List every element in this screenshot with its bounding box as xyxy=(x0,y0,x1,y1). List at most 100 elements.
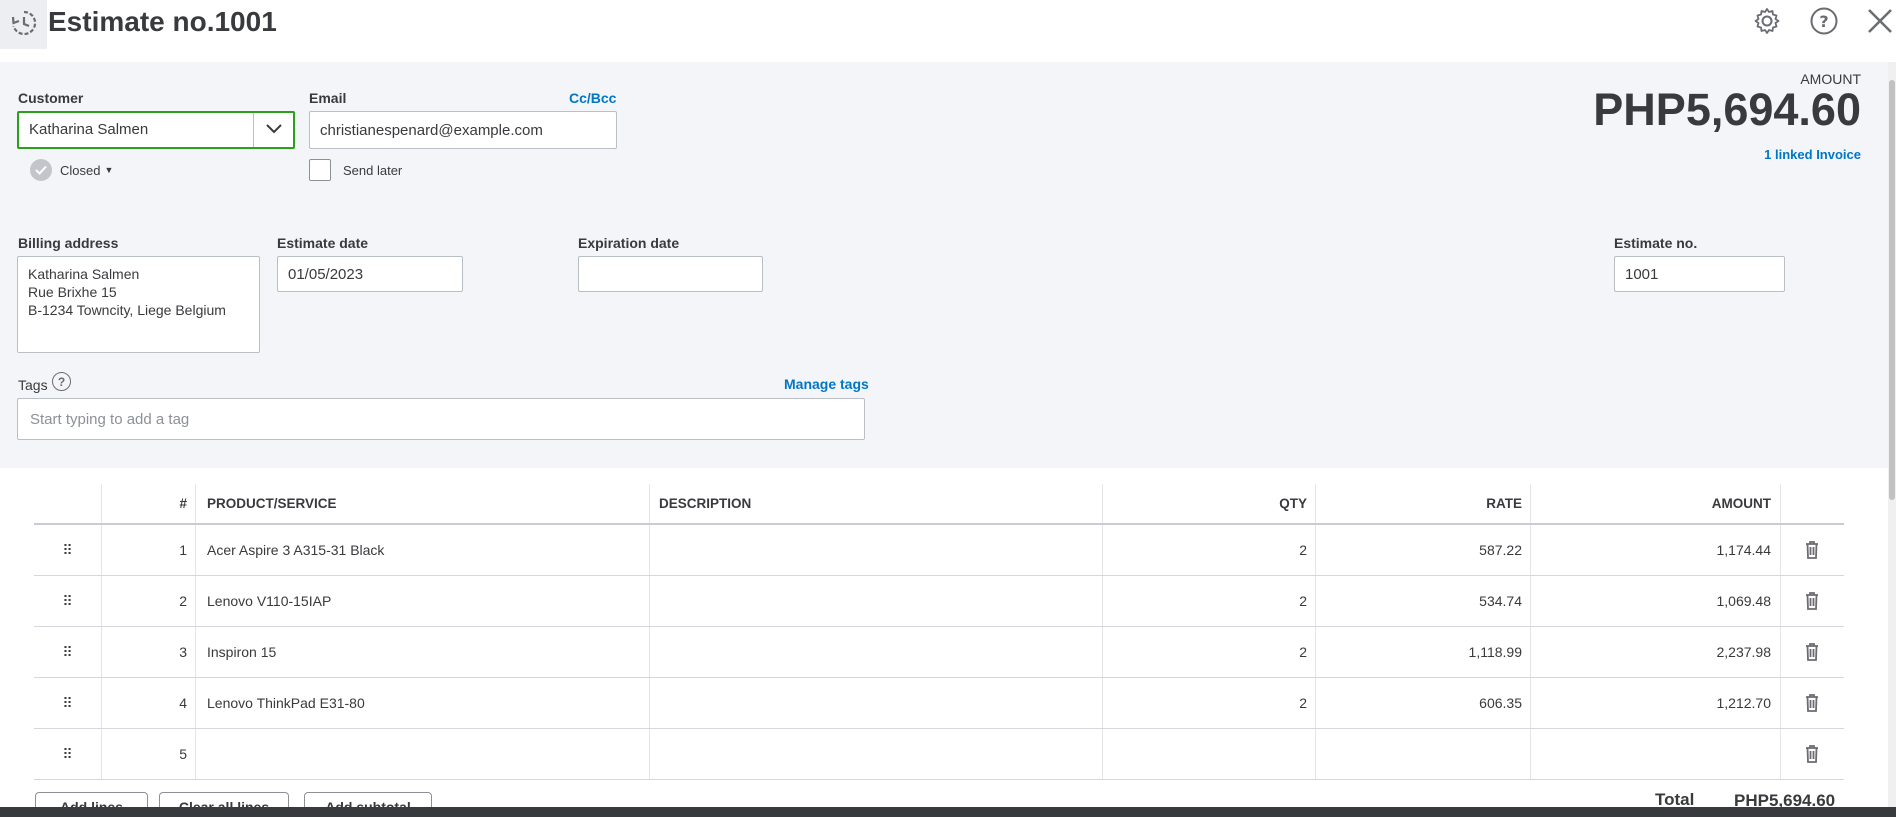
table-row[interactable]: ⠿ 4 Lenovo ThinkPad E31-80 2 606.35 1,21… xyxy=(34,678,1844,729)
row-product[interactable]: Lenovo ThinkPad E31-80 xyxy=(207,678,637,728)
col-header-qty: QTY xyxy=(1279,496,1307,511)
trash-icon xyxy=(1806,745,1818,763)
history-clock-icon xyxy=(9,8,39,41)
row-product[interactable]: Lenovo V110-15IAP xyxy=(207,576,637,626)
row-rate[interactable]: 534.74 xyxy=(1315,576,1522,626)
send-later-checkbox[interactable] xyxy=(309,159,331,181)
tags-help-icon[interactable]: ? xyxy=(52,372,71,391)
cc-bcc-link[interactable]: Cc/Bcc xyxy=(569,90,616,106)
page-title: Estimate no.1001 xyxy=(48,6,277,37)
delete-row-button[interactable] xyxy=(1780,576,1844,626)
customer-value: Katharina Salmen xyxy=(29,121,149,138)
help-button[interactable]: ? xyxy=(1806,4,1842,40)
row-number: 1 xyxy=(179,542,187,558)
row-amount[interactable]: 1,069.48 xyxy=(1530,576,1772,626)
table-row[interactable]: ⠿ 3 Inspiron 15 2 1,118.99 2,237.98 xyxy=(34,627,1844,678)
row-number: 3 xyxy=(179,644,187,660)
row-qty[interactable]: 2 xyxy=(1102,576,1307,626)
send-later-label: Send later xyxy=(343,162,403,178)
row-product[interactable]: Inspiron 15 xyxy=(207,627,637,677)
estimate-no-field[interactable]: 1001 xyxy=(1614,256,1785,292)
table-row[interactable]: ⠿ 2 Lenovo V110-15IAP 2 534.74 1,069.48 xyxy=(34,576,1844,627)
trash-icon xyxy=(1806,694,1818,712)
check-circle-icon xyxy=(30,159,52,181)
drag-handle-icon[interactable]: ⠿ xyxy=(34,525,101,575)
row-amount[interactable]: 1,174.44 xyxy=(1530,525,1772,575)
email-field[interactable]: christianespenard@example.com xyxy=(309,111,617,149)
col-header-rate: RATE xyxy=(1486,496,1522,511)
email-label: Email xyxy=(309,90,347,106)
billing-line: Rue Brixhe 15 xyxy=(28,284,117,300)
close-icon xyxy=(1865,6,1895,39)
close-button[interactable] xyxy=(1862,4,1896,40)
drag-handle-icon[interactable]: ⠿ xyxy=(34,678,101,728)
delete-row-button[interactable] xyxy=(1780,729,1844,779)
col-header-num: # xyxy=(179,496,187,511)
drag-handle-icon[interactable]: ⠿ xyxy=(34,627,101,677)
row-product[interactable]: Acer Aspire 3 A315-31 Black xyxy=(207,525,637,575)
row-description[interactable] xyxy=(659,525,1089,575)
row-qty[interactable]: 2 xyxy=(1102,678,1307,728)
row-qty[interactable]: 2 xyxy=(1102,627,1307,677)
footer-bar xyxy=(0,807,1896,817)
amount-value: PHP5,694.60 xyxy=(1593,84,1861,135)
recent-transactions-button[interactable] xyxy=(0,0,47,49)
status-label: Closed xyxy=(60,162,101,178)
row-description[interactable] xyxy=(659,627,1089,677)
chevron-down-icon xyxy=(265,122,283,138)
row-amount[interactable] xyxy=(1530,729,1771,779)
table-header-row: # PRODUCT/SERVICE DESCRIPTION QTY RATE A… xyxy=(34,484,1844,525)
svg-text:?: ? xyxy=(1819,12,1828,31)
header: Estimate no.1001 ? xyxy=(0,0,1896,60)
billing-address-field[interactable]: Katharina Salmen Rue Brixhe 15 B-1234 To… xyxy=(17,256,260,353)
scrollbar-thumb[interactable] xyxy=(1889,80,1895,500)
row-description[interactable] xyxy=(659,678,1089,728)
customer-label: Customer xyxy=(18,90,84,106)
customer-dropdown-toggle[interactable] xyxy=(253,113,293,147)
delete-row-button[interactable] xyxy=(1780,627,1844,677)
billing-line: Katharina Salmen xyxy=(28,266,140,282)
trash-icon xyxy=(1806,541,1818,559)
status-dropdown[interactable]: Closed ▼ xyxy=(30,159,113,181)
row-rate[interactable]: 587.22 xyxy=(1315,525,1522,575)
col-header-amount: AMOUNT xyxy=(1711,496,1771,511)
send-later-option: Send later xyxy=(309,159,402,181)
gear-icon xyxy=(1753,7,1781,38)
tags-label: Tags xyxy=(18,377,48,393)
help-icon: ? xyxy=(1809,6,1839,39)
row-description[interactable] xyxy=(659,729,1089,779)
row-number: 2 xyxy=(179,593,187,609)
billing-line: B-1234 Towncity, Liege Belgium xyxy=(28,302,226,318)
row-rate[interactable]: 606.35 xyxy=(1315,678,1522,728)
row-qty[interactable]: 2 xyxy=(1102,525,1307,575)
expiration-date-field[interactable] xyxy=(578,256,763,292)
customer-select[interactable]: Katharina Salmen xyxy=(17,111,295,149)
row-number: 5 xyxy=(179,746,187,762)
trash-icon xyxy=(1806,592,1818,610)
table-row[interactable]: ⠿ 5 xyxy=(34,729,1844,780)
estimate-no-label: Estimate no. xyxy=(1614,235,1698,251)
drag-handle-icon[interactable]: ⠿ xyxy=(34,729,101,779)
delete-row-button[interactable] xyxy=(1780,525,1844,575)
delete-row-button[interactable] xyxy=(1780,678,1844,728)
caret-down-icon: ▼ xyxy=(104,165,114,175)
row-amount[interactable]: 2,237.98 xyxy=(1530,627,1772,677)
settings-button[interactable] xyxy=(1749,4,1785,40)
expiration-date-label: Expiration date xyxy=(578,235,680,251)
row-rate[interactable]: 1,118.99 xyxy=(1315,627,1522,677)
table-row[interactable]: ⠿ 1 Acer Aspire 3 A315-31 Black 2 587.22… xyxy=(34,525,1844,576)
estimate-date-field[interactable]: 01/05/2023 xyxy=(277,256,463,292)
row-product[interactable] xyxy=(207,729,637,779)
row-description[interactable] xyxy=(659,576,1089,626)
drag-handle-icon[interactable]: ⠿ xyxy=(34,576,101,626)
row-number: 4 xyxy=(179,695,187,711)
row-rate[interactable] xyxy=(1315,729,1522,779)
row-amount[interactable]: 1,212.70 xyxy=(1530,678,1772,728)
trash-icon xyxy=(1806,643,1818,661)
estimate-date-label: Estimate date xyxy=(277,235,369,251)
linked-invoice-link[interactable]: 1 linked Invoice xyxy=(1764,147,1861,162)
row-qty[interactable] xyxy=(1102,729,1307,779)
tags-input[interactable]: Start typing to add a tag xyxy=(17,398,865,440)
manage-tags-link[interactable]: Manage tags xyxy=(784,376,869,392)
col-header-product: PRODUCT/SERVICE xyxy=(207,496,337,511)
